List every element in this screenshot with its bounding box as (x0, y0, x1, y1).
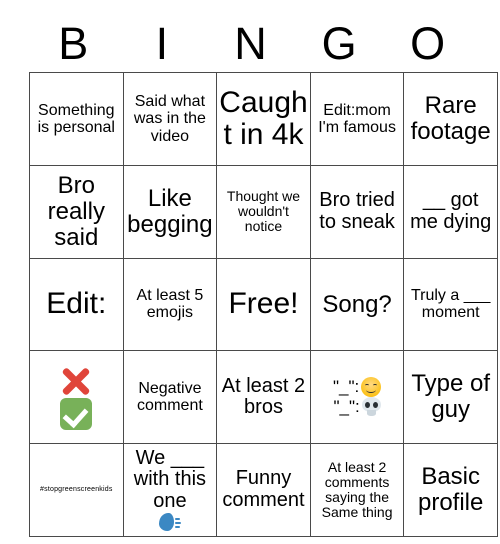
bingo-cell-text: Bro tried to sneak (319, 189, 395, 233)
bingo-row: Bro really said Like begging Thought we … (29, 164, 498, 259)
bingo-cell-n2[interactable]: Thought we wouldn't notice (216, 164, 311, 259)
bingo-cell-i3[interactable]: At least 5 emojis (122, 257, 218, 352)
header-letter-g: G (321, 18, 357, 69)
bingo-cell-text: Edit: (46, 287, 107, 321)
emoji-line-smiling: "_": (313, 377, 402, 398)
bingo-cell-i5[interactable]: We ___ with this one (122, 443, 218, 537)
emoji-line-skull: "_": (313, 397, 402, 417)
bingo-cell-text: At least 2 bros (221, 374, 306, 419)
cross-check-stack (32, 365, 121, 430)
smiling-face-icon (361, 377, 382, 398)
bingo-cell-text: Edit:mom I'm famous (318, 101, 396, 136)
bingo-cell-n4[interactable]: At least 2 bros (216, 350, 311, 445)
bingo-cell-g1[interactable]: Edit:mom I'm famous (309, 72, 405, 166)
emoji-line-label: "_": (333, 397, 360, 417)
bingo-cell-text: Rare footage (410, 91, 491, 145)
bingo-cell-i4[interactable]: Negative comment (122, 350, 218, 445)
header-letter-n: N (234, 18, 267, 69)
bingo-cell-text: #stopgreenscreenkids (40, 486, 113, 494)
check-mark-icon (60, 397, 93, 430)
bingo-cell-text: Said what was in the video (133, 93, 206, 145)
bingo-cell-n5[interactable]: Funny comment (216, 443, 311, 537)
bingo-row: Something is personal Said what was in t… (29, 72, 498, 166)
bingo-header: B I N G O (29, 0, 472, 72)
bingo-cell-text: Like begging (127, 184, 213, 238)
bingo-cell-text: Song? (322, 290, 392, 318)
bingo-cell-n1[interactable]: Caught in 4k (216, 72, 311, 166)
header-letter-o: O (410, 18, 446, 69)
bingo-row: Negative comment At least 2 bros "_": "_… (29, 350, 498, 445)
bingo-cell-b3[interactable]: Edit: (29, 257, 124, 352)
bingo-cell-o2[interactable]: __ got me dying (403, 164, 498, 259)
bingo-cell-i2[interactable]: Like begging (122, 164, 218, 259)
bingo-cell-text: Funny comment (222, 467, 305, 512)
bingo-cell-g4[interactable]: "_": "_": (309, 350, 405, 445)
bingo-cell-text: Something is personal (37, 101, 115, 136)
speaking-head-icon (159, 512, 182, 532)
bingo-cell-text: Thought we wouldn't notice (226, 188, 301, 235)
bingo-cell-g3[interactable]: Song? (309, 257, 405, 352)
bingo-row: Edit: At least 5 emojis Free! Song? Trul… (29, 257, 498, 352)
bingo-cell-text: We ___ with this one (133, 446, 207, 512)
bingo-cell-b1[interactable]: Something is personal (29, 72, 124, 166)
bingo-card: B I N G O Something is personal Said wha… (29, 0, 498, 537)
bingo-cell-text: Bro really said (47, 171, 105, 251)
header-letter-b: B (58, 18, 89, 69)
bingo-cell-o1[interactable]: Rare footage (403, 72, 498, 166)
bingo-cell-b2[interactable]: Bro really said (29, 164, 124, 259)
bingo-cell-text: Negative comment (136, 380, 203, 415)
bingo-grid: Something is personal Said what was in t… (29, 72, 498, 537)
bingo-cell-o3[interactable]: Truly a ___ moment (403, 257, 498, 352)
bingo-cell-g2[interactable]: Bro tried to sneak (309, 164, 405, 259)
bingo-cell-i1[interactable]: Said what was in the video (122, 72, 218, 166)
header-letter-i: I (155, 18, 169, 69)
bingo-cell-o4[interactable]: Type of guy (403, 350, 498, 445)
bingo-cell-o5[interactable]: Basic profile (403, 443, 498, 537)
bingo-cell-text: Basic profile (417, 463, 484, 517)
bingo-cell-text: Caught in 4k (219, 85, 308, 151)
bingo-cell-text: Type of guy (411, 370, 491, 424)
bingo-row: #stopgreenscreenkids We ___ with this on… (29, 443, 498, 537)
bingo-cell-text: At least 5 emojis (136, 287, 204, 322)
bingo-cell-b4[interactable] (29, 350, 124, 445)
bingo-cell-free-space[interactable]: Free! (216, 257, 311, 352)
emoji-line-label: "_": (332, 377, 360, 397)
bingo-cell-b5[interactable]: #stopgreenscreenkids (29, 443, 124, 537)
bingo-cell-text: __ got me dying (410, 189, 492, 233)
bingo-cell-text: Free! (228, 287, 299, 321)
bingo-cell-text: Truly a ___ moment (410, 287, 491, 322)
bingo-cell-g5[interactable]: At least 2 comments saying the Same thin… (309, 443, 405, 537)
skull-icon (361, 397, 381, 417)
cross-mark-icon (59, 365, 93, 397)
bingo-cell-text: At least 2 comments saying the Same thin… (321, 458, 393, 521)
